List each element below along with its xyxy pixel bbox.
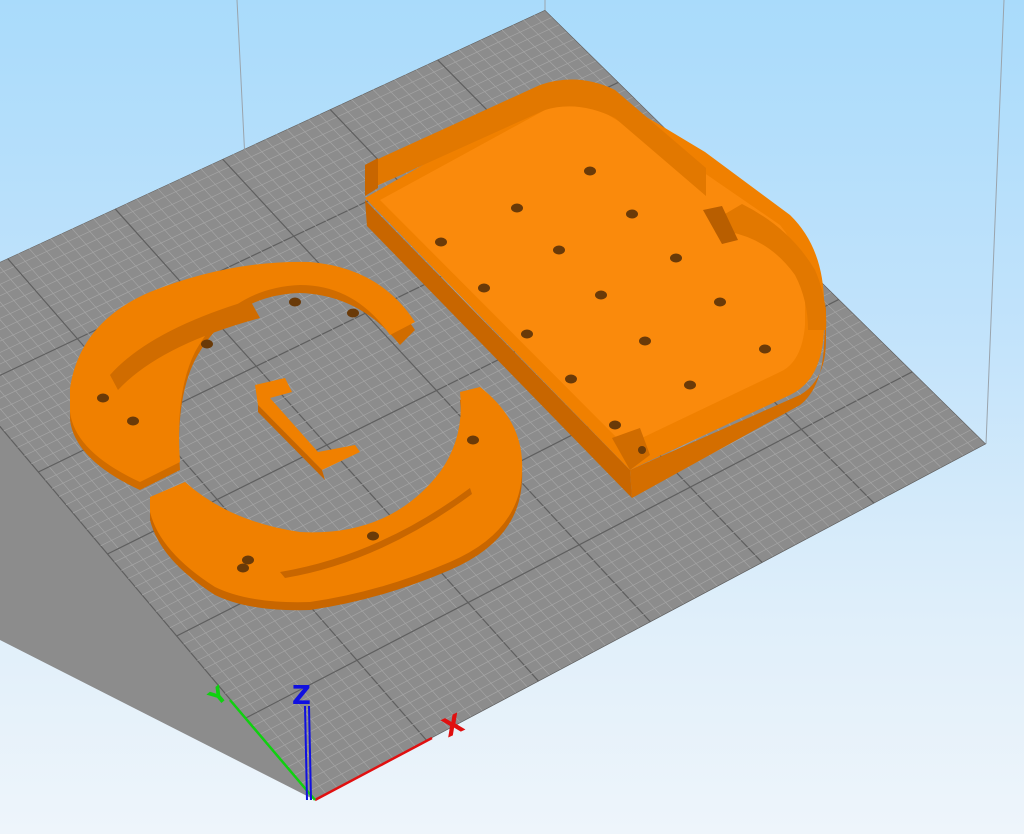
mounting-hole bbox=[435, 237, 447, 247]
mounting-hole bbox=[595, 290, 607, 300]
mounting-hole bbox=[127, 416, 139, 426]
mounting-hole bbox=[347, 308, 359, 318]
mounting-hole bbox=[626, 209, 638, 219]
mounting-hole bbox=[714, 297, 726, 307]
mounting-hole bbox=[684, 380, 696, 390]
mounting-hole bbox=[511, 203, 523, 213]
mounting-hole bbox=[670, 253, 682, 263]
mounting-hole bbox=[201, 339, 213, 349]
mounting-hole bbox=[584, 166, 596, 176]
mounting-hole bbox=[478, 283, 490, 293]
mounting-hole bbox=[367, 531, 379, 541]
3d-viewport[interactable]: X Y Z bbox=[0, 0, 1024, 834]
mounting-hole bbox=[609, 420, 621, 430]
mounting-hole bbox=[521, 329, 533, 339]
mounting-hole bbox=[565, 374, 577, 384]
mounting-hole bbox=[242, 555, 254, 565]
z-axis-label: Z bbox=[292, 681, 311, 711]
mounting-hole bbox=[237, 563, 249, 573]
mounting-hole bbox=[97, 393, 109, 403]
mounting-hole bbox=[289, 297, 301, 307]
mounting-hole bbox=[759, 344, 771, 354]
mounting-hole bbox=[639, 336, 651, 346]
mounting-hole bbox=[467, 435, 479, 445]
mounting-hole bbox=[553, 245, 565, 255]
